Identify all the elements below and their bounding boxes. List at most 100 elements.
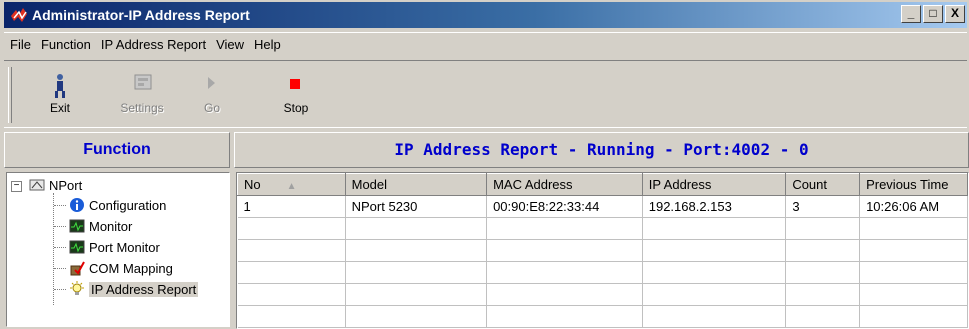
tree-connector	[54, 247, 66, 248]
tree-item-port-monitor[interactable]: Port Monitor	[69, 237, 160, 257]
window-title: Administrator-IP Address Report	[32, 7, 250, 23]
report-status-title: IP Address Report - Running - Port:4002 …	[234, 132, 969, 168]
tree-item-configuration[interactable]: Configuration	[69, 195, 166, 215]
tree-connector	[54, 268, 66, 269]
column-header-no[interactable]: No ▲	[237, 173, 346, 196]
tree-root-nport[interactable]: NPort	[29, 175, 82, 195]
tree-item-label: Monitor	[89, 218, 133, 234]
exit-label: Exit	[49, 101, 70, 115]
table-header-row: No ▲ Model MAC Address IP Address Count P…	[237, 173, 968, 196]
column-header-label: No	[244, 177, 261, 192]
go-label: Go	[203, 101, 220, 115]
nport-icon	[29, 177, 45, 193]
column-header-mac-address[interactable]: MAC Address	[486, 173, 643, 196]
tree-connector	[54, 289, 66, 290]
empty-cell	[642, 283, 787, 306]
empty-cell	[237, 217, 346, 240]
menu-bar: File Function IP Address Report View Hel…	[4, 32, 967, 56]
sort-ascending-icon: ▲	[286, 181, 297, 192]
empty-cell	[859, 283, 968, 306]
column-header-model[interactable]: Model	[344, 173, 488, 196]
stop-button[interactable]: Stop	[268, 67, 324, 123]
tree-item-ip-address-report[interactable]: IP Address Report	[69, 279, 199, 299]
empty-cell	[642, 217, 787, 240]
empty-cell	[486, 217, 643, 240]
menu-function[interactable]: Function	[41, 37, 91, 52]
empty-cell	[785, 305, 861, 328]
settings-label: Settings	[120, 101, 164, 115]
menu-view[interactable]: View	[216, 37, 244, 52]
cell-ip-address: 192.168.2.153	[642, 195, 787, 218]
empty-cell	[486, 239, 643, 262]
tree-item-label: Port Monitor	[89, 239, 160, 255]
empty-row	[237, 217, 968, 240]
empty-row	[237, 283, 968, 306]
maximize-button[interactable]: □	[923, 5, 943, 23]
table-row[interactable]: 1 NPort 5230 00:90:E8:22:33:44 192.168.2…	[237, 195, 968, 218]
empty-cell	[486, 305, 643, 328]
column-header-count[interactable]: Count	[785, 173, 861, 196]
empty-cell	[785, 261, 861, 284]
minimize-button[interactable]: _	[901, 5, 921, 23]
tree-collapse-button[interactable]: −	[11, 181, 22, 192]
app-icon	[10, 6, 28, 24]
empty-cell	[859, 305, 968, 328]
tree-item-label: Configuration	[89, 197, 167, 213]
report-table[interactable]: No ▲ Model MAC Address IP Address Count P…	[236, 172, 969, 329]
column-header-previous-time[interactable]: Previous Time	[859, 173, 968, 196]
port-monitor-icon	[69, 239, 85, 255]
empty-row	[237, 261, 968, 284]
empty-cell	[345, 239, 488, 262]
empty-cell	[486, 283, 643, 306]
empty-cell	[642, 261, 787, 284]
info-icon	[69, 197, 85, 213]
menu-ip-address-report[interactable]: IP Address Report	[101, 37, 206, 52]
function-tree[interactable]: − NPort Configuration Monitor Port Monit…	[6, 172, 230, 327]
application-window: Administrator-IP Address Report _ □ X Fi…	[0, 0, 969, 329]
tree-connector	[54, 226, 66, 227]
settings-button[interactable]: Settings	[114, 67, 170, 123]
tree-item-monitor[interactable]: Monitor	[69, 216, 132, 236]
empty-cell	[642, 239, 787, 262]
empty-cell	[859, 261, 968, 284]
function-panel: Function − NPort Configuration Monitor P…	[4, 132, 230, 327]
function-panel-title: Function	[4, 132, 230, 168]
empty-cell	[859, 239, 968, 262]
settings-icon	[134, 74, 152, 90]
com-mapping-icon	[69, 260, 85, 276]
play-icon	[208, 77, 215, 89]
empty-cell	[785, 283, 861, 306]
exit-button[interactable]: Exit	[32, 67, 88, 123]
empty-cell	[859, 217, 968, 240]
empty-row	[237, 305, 968, 328]
column-header-ip-address[interactable]: IP Address	[641, 173, 787, 196]
empty-cell	[237, 305, 346, 328]
cell-mac-address: 00:90:E8:22:33:44	[486, 195, 643, 218]
tree-item-label: COM Mapping	[89, 260, 173, 276]
go-button[interactable]: Go	[184, 67, 240, 123]
stop-label: Stop	[283, 101, 309, 115]
tree-connector	[54, 205, 66, 206]
tree-item-com-mapping[interactable]: COM Mapping	[69, 258, 173, 278]
tree-item-label: IP Address Report	[89, 281, 199, 297]
title-bar[interactable]: Administrator-IP Address Report _ □ X	[4, 2, 967, 28]
lightbulb-icon	[69, 281, 85, 297]
toolbar-grip[interactable]	[8, 67, 12, 123]
monitor-icon	[69, 218, 85, 234]
cell-count: 3	[785, 195, 861, 218]
empty-cell	[237, 283, 346, 306]
empty-cell	[642, 305, 787, 328]
empty-cell	[345, 283, 488, 306]
empty-cell	[486, 261, 643, 284]
cell-model: NPort 5230	[345, 195, 488, 218]
empty-cell	[785, 239, 861, 262]
exit-icon	[55, 74, 65, 98]
toolbar: Exit Settings Go Stop	[4, 60, 967, 128]
menu-file[interactable]: File	[10, 37, 31, 52]
empty-cell	[345, 261, 488, 284]
empty-cell	[237, 261, 346, 284]
empty-cell	[237, 239, 346, 262]
stop-icon	[290, 79, 300, 89]
menu-help[interactable]: Help	[254, 37, 281, 52]
close-button[interactable]: X	[945, 5, 965, 23]
